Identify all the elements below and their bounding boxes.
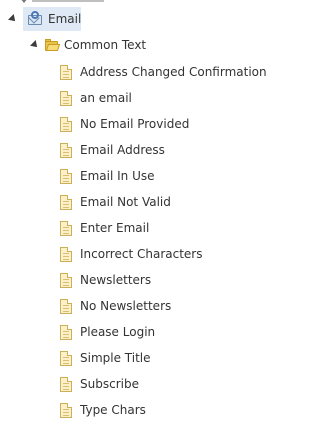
tree-node-label: Email Address [80, 143, 165, 157]
tree-node-label: Email In Use [80, 169, 155, 183]
previous-tree-node-partial [0, 0, 285, 4]
tree-node-item[interactable]: Enter Email [60, 215, 267, 241]
document-icon [60, 376, 72, 392]
tree-node-common-text[interactable]: Common Text [44, 33, 146, 57]
email-template-icon [27, 11, 43, 27]
tree-node-label: Please Login [80, 325, 156, 339]
tree-node-item[interactable]: Subscribe [60, 371, 267, 397]
tree-node-item[interactable]: Email In Use [60, 163, 267, 189]
document-icon [60, 90, 72, 106]
document-icon [60, 168, 72, 184]
expand-toggle-folder-icon[interactable] [30, 40, 40, 50]
tree-node-item[interactable]: Email Address [60, 137, 267, 163]
tree-node-label: Newsletters [80, 273, 152, 287]
tree-node-label: an email [80, 91, 132, 105]
partial-label [32, 0, 104, 2]
document-icon [60, 324, 72, 340]
tree-node-label: Email [48, 12, 82, 26]
tree-node-label: Common Text [64, 38, 147, 52]
tree-node-label: Type Chars [80, 403, 146, 417]
tree-children-list: Address Changed Confirmation an email No E… [60, 59, 267, 423]
document-icon [60, 402, 72, 418]
tree-node-item[interactable]: Incorrect Characters [60, 241, 267, 267]
tree-node-item[interactable]: No Email Provided [60, 111, 267, 137]
tree-node-label: No Email Provided [80, 117, 190, 131]
tree-node-item[interactable]: Email Not Valid [60, 189, 267, 215]
expand-toggle-root-icon[interactable] [8, 14, 18, 24]
tree-node-label: Subscribe [80, 377, 139, 391]
tree-node-label: Simple Title [80, 351, 151, 365]
tree-node-item[interactable]: Simple Title [60, 345, 267, 371]
partial-toggle-icon [20, 0, 28, 3]
tree-node-email[interactable]: Email [23, 7, 81, 31]
tree-node-label: Enter Email [80, 221, 150, 235]
tree-node-item[interactable]: No Newsletters [60, 293, 267, 319]
document-icon [60, 142, 72, 158]
document-icon [60, 220, 72, 236]
document-icon [60, 298, 72, 314]
tree-node-label: Email Not Valid [80, 195, 171, 209]
tree-node-item[interactable]: Please Login [60, 319, 267, 345]
document-icon [60, 246, 72, 262]
tree-node-item[interactable]: Newsletters [60, 267, 267, 293]
tree-node-item[interactable]: Address Changed Confirmation [60, 59, 267, 85]
document-icon [60, 116, 72, 132]
document-icon [60, 194, 72, 210]
document-icon [60, 350, 72, 366]
document-icon [60, 272, 72, 288]
folder-icon [44, 38, 61, 52]
document-icon [60, 64, 72, 80]
tree-node-item[interactable]: an email [60, 85, 267, 111]
tree-node-label: Address Changed Confirmation [80, 65, 267, 79]
tree-node-label: Incorrect Characters [80, 247, 203, 261]
tree-node-label: No Newsletters [80, 299, 172, 313]
tree-node-item[interactable]: Type Chars [60, 397, 267, 423]
